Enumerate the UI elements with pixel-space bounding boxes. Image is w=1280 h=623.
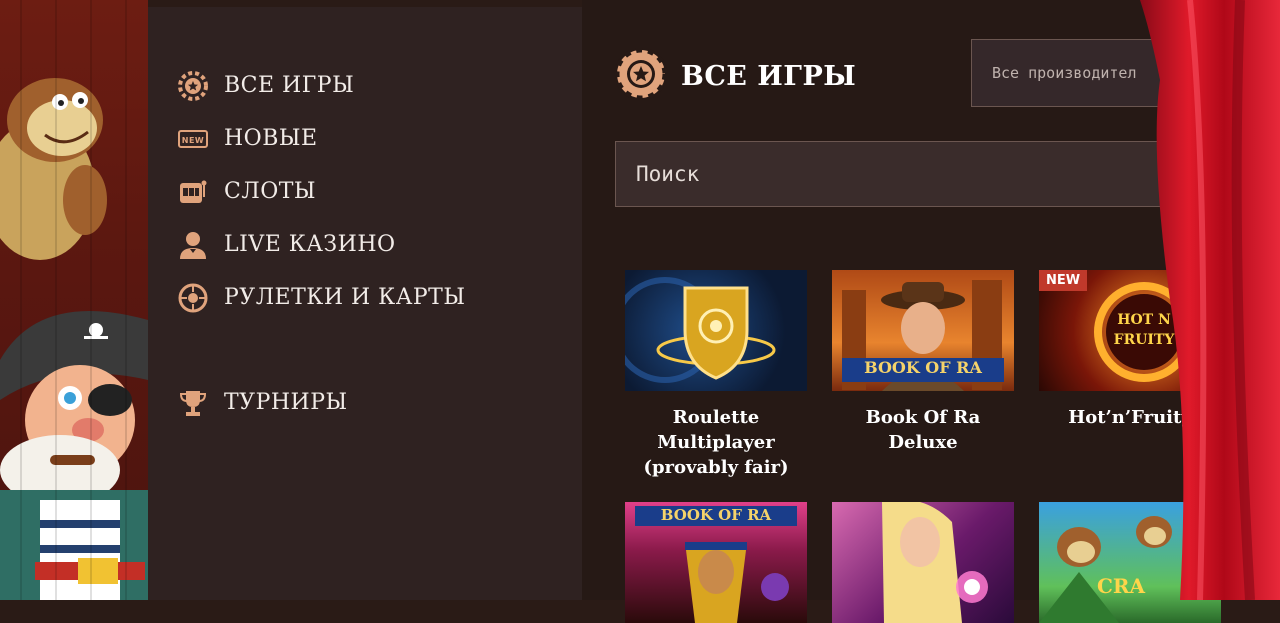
- sidebar-item-label: РУЛЕТКИ И КАРТЫ: [224, 285, 466, 310]
- sidebar-item-label: СЛОТЫ: [224, 179, 317, 204]
- game-thumbnail: [625, 270, 807, 391]
- curtain-decoration: [1140, 0, 1280, 601]
- sidebar-item-label: LIVE КАЗИНО: [224, 232, 396, 257]
- left-decoration: [0, 0, 148, 600]
- game-tile[interactable]: Roulette Multiplayer (provably fair): [625, 270, 807, 480]
- new-badge: NEW: [1039, 270, 1088, 291]
- sidebar-item-label: НОВЫЕ: [224, 126, 318, 151]
- game-thumbnail: BOOK OF RA: [832, 270, 1014, 391]
- roulette-shield-image: [625, 277, 776, 383]
- sidebar-item-roulette-cards[interactable]: РУЛЕТКИ И КАРТЫ: [176, 271, 466, 324]
- game-title: Roulette Multiplayer (provably fair): [643, 407, 789, 478]
- game-title: Book Of Ra Deluxe: [865, 407, 981, 453]
- chip-icon: [614, 47, 668, 104]
- game-logo-text: BOOK OF RA: [660, 506, 772, 524]
- new-icon: NEW: [176, 122, 210, 156]
- sidebar-item-live-casino[interactable]: LIVE КАЗИНО: [176, 218, 466, 271]
- trophy-icon: [176, 386, 210, 420]
- dealer-icon: [176, 228, 210, 262]
- game-thumbnail: [832, 502, 1014, 623]
- game-tile[interactable]: BOOK OF RA: [625, 502, 807, 623]
- slot-machine-icon: [176, 175, 210, 209]
- sidebar: ВСЕ ИГРЫ NEW НОВЫЕ СЛОТЫ LIVE КАЗИНО РУЛ…: [148, 7, 582, 600]
- sidebar-nav: ВСЕ ИГРЫ NEW НОВЫЕ СЛОТЫ LIVE КАЗИНО РУЛ…: [176, 59, 466, 429]
- game-logo-text: BOOK OF RA: [864, 358, 982, 377]
- red-curtain-image: [1140, 0, 1280, 601]
- sidebar-item-slots[interactable]: СЛОТЫ: [176, 165, 466, 218]
- sidebar-item-label: ВСЕ ИГРЫ: [224, 73, 355, 98]
- page-title: ВСЕ ИГРЫ: [681, 60, 857, 92]
- sidebar-item-label: ТУРНИРЫ: [224, 390, 348, 415]
- game-logo-text: CRA: [1097, 574, 1146, 598]
- search-input[interactable]: [615, 141, 1175, 207]
- svg-text:NEW: NEW: [182, 136, 204, 145]
- game-thumbnail: BOOK OF RA: [625, 502, 807, 623]
- sidebar-item-tournaments[interactable]: ТУРНИРЫ: [176, 376, 466, 429]
- game-tile[interactable]: BOOK OF RA Book Of Ra Deluxe: [832, 270, 1014, 455]
- sidebar-item-new[interactable]: NEW НОВЫЕ: [176, 112, 466, 165]
- provider-select-placeholder: Все производител: [992, 64, 1137, 82]
- sidebar-item-all-games[interactable]: ВСЕ ИГРЫ: [176, 59, 466, 112]
- sorceress-image: [882, 502, 988, 623]
- roulette-icon: [176, 281, 210, 315]
- chip-icon: [176, 69, 210, 103]
- game-tile[interactable]: [832, 502, 1014, 623]
- page-header: ВСЕ ИГРЫ: [614, 47, 857, 104]
- nav-spacer: [176, 324, 466, 376]
